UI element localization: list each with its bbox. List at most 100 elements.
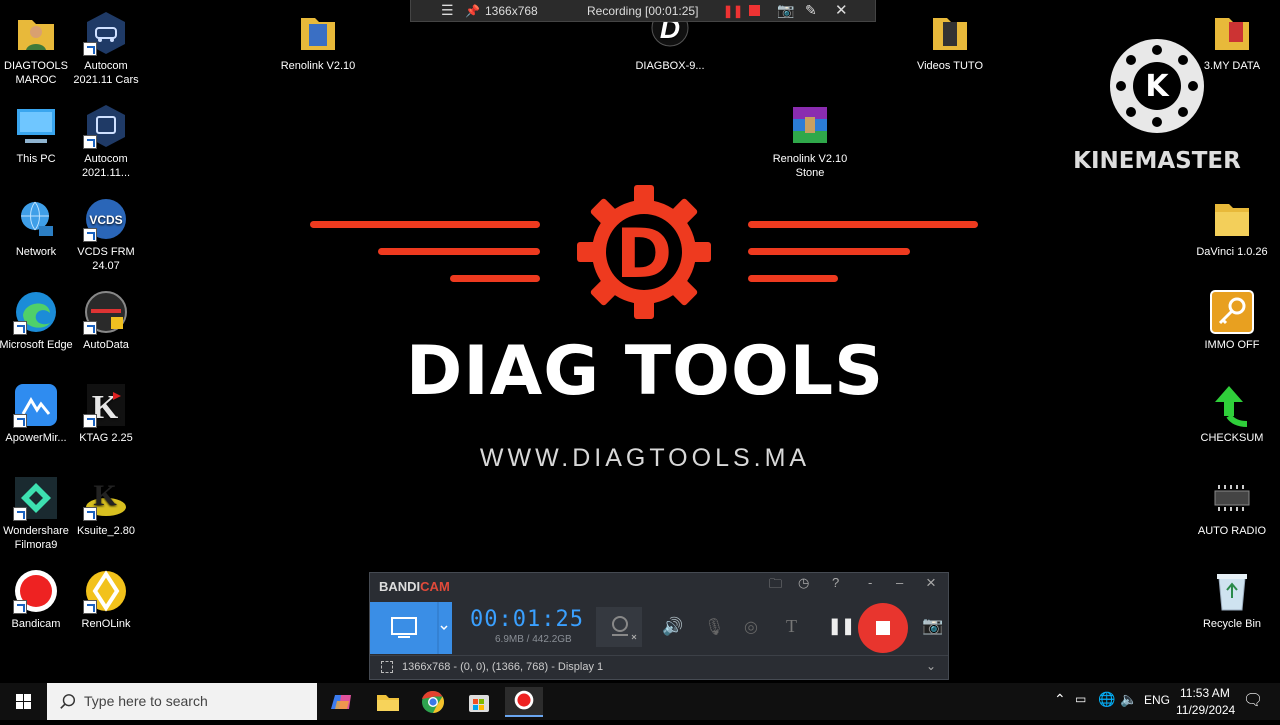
kinemaster-wordmark: KINEMASTER [1073,148,1241,174]
desktop-icon-filmora[interactable]: Wondershare Filmora9 [0,475,76,552]
desktop-icon-ksuite[interactable]: K Ksuite_2.80 [66,475,146,538]
clock-date[interactable]: 11/29/2024 [1176,703,1235,717]
folder-video-icon [927,10,973,56]
recording-toolbar: ☰ 📌 1366x768 Recording [00:01:25] ❚❚ 📷 ✎… [410,0,876,22]
wing-stripe [310,221,540,228]
desktop-icon-recycle-bin[interactable]: Recycle Bin [1192,568,1272,631]
desktop-icon-autodata[interactable]: AutoData [66,289,146,352]
taskbar-store[interactable] [460,687,498,717]
close-button[interactable]: × [926,573,936,593]
brand-url: WWW.DIAGTOOLS.MA [479,444,811,472]
network-globe-icon [13,196,59,242]
desktop-icon-immo-off[interactable]: IMMO OFF [1192,289,1272,352]
logo-letter: D [616,215,672,294]
text-overlay-icon[interactable]: T [786,616,797,637]
desktop-icon-label: Recycle Bin [1202,618,1262,630]
clock-icon[interactable]: ◷ [798,575,809,591]
desktop-icon-checksum[interactable]: CHECKSUM [1192,382,1272,445]
close-icon[interactable]: ✕ [835,1,848,19]
svg-text:VCDS: VCDS [89,213,122,227]
search-icon [60,694,76,709]
desktop-icon-autocom-cars[interactable]: Autocom 2021.11 Cars [66,10,146,87]
clock-time[interactable]: 11:53 AM [1180,686,1230,700]
shortcut-arrow-icon [13,414,27,428]
bandicam-window: BANDICAM 🗀 ◷ ? - – × 00:01:25 6.9MB / 44… [369,572,949,680]
desktop-icon-apowermirror[interactable]: ApowerMir... [0,382,76,445]
autocom-car-icon [83,10,129,56]
desktop-icon-label: Network [15,246,57,258]
collapse-button[interactable]: - [868,575,872,590]
stop-icon[interactable] [749,5,760,16]
battery-icon[interactable]: ▭ [1075,692,1086,706]
wing-stripe [748,248,910,255]
folder-icon[interactable]: 🗀 [769,575,782,597]
desktop-icon-diagtools-maroc[interactable]: DIAGTOOLS MAROC [0,10,76,87]
help-button[interactable]: ? [832,575,839,590]
camera-icon[interactable]: 📷 [777,2,794,19]
volume-icon[interactable]: 🔈 [1120,691,1137,708]
chevron-down-icon[interactable]: ⌄ [926,659,936,673]
folder-icon [1209,196,1255,242]
recording-timer: 00:01:25 [470,607,584,632]
cursor-effect-icon[interactable]: ◎ [744,617,758,637]
desktop-icon-label: DaVinci 1.0.26 [1196,246,1268,258]
network-icon[interactable]: 🌐 [1098,691,1115,708]
copilot-icon [331,695,351,709]
desktop-icon-renolink-stone[interactable]: Renolink V2.10 Stone [770,103,850,180]
pin-icon[interactable]: 📌 [465,4,480,18]
desktop-icon-label: Renolink V2.10 Stone [772,153,848,179]
screenshot-camera-icon[interactable]: 📷 [922,616,943,636]
desktop-icon-auto-radio[interactable]: AUTO RADIO [1192,475,1272,538]
taskbar-bandicam[interactable] [505,687,543,717]
desktop-icon-vcds[interactable]: VCDS VCDS FRM 24.07 [66,196,146,273]
desktop-icon-renolink[interactable]: RenOLink [66,568,146,631]
taskbar-copilot[interactable] [323,687,361,717]
kinemaster-logo: K [1109,38,1205,134]
desktop-icon-label: VCDS FRM 24.07 [77,246,135,272]
taskbar-chrome[interactable] [414,687,452,717]
shortcut-arrow-icon [83,42,97,56]
desktop-icon-renolink-v210[interactable]: Renolink V2.10 [278,10,358,73]
stop-record-button[interactable] [858,603,908,653]
kinemaster-logo-icon: K [1110,39,1204,133]
desktop-icon-label: Autocom 2021.11... [81,153,131,179]
desktop-icon-network[interactable]: Network [0,196,76,259]
bandicam-brand-bandi: BANDI [379,579,421,594]
menu-icon[interactable]: ☰ [441,2,454,19]
bandicam-brand-cam: CAM [420,579,450,594]
desktop-icon-label: AutoData [83,339,129,351]
capture-area-bar[interactable]: 1366x768 - (0, 0), (1366, 768) - Display… [370,655,948,680]
minimize-button[interactable]: – [896,575,903,590]
start-button[interactable] [0,683,47,720]
desktop-icon-microsoft-edge[interactable]: Microsoft Edge [0,289,76,352]
webcam-button[interactable] [596,607,642,647]
pencil-icon[interactable]: ✎ [805,2,817,19]
chevron-up-icon[interactable]: ⌃ [1054,691,1066,708]
taskbar-file-explorer[interactable] [369,687,407,717]
speaker-icon[interactable]: 🔊 [662,617,683,637]
desktop-icon-bandicam[interactable]: Bandicam [0,568,76,631]
gear-icon: D [577,185,711,319]
recording-resolution: 1366x768 [485,4,538,18]
windows-logo-icon [16,694,31,709]
language-indicator[interactable]: ENG [1144,693,1170,707]
wing-stripe [748,221,978,228]
desktop-icon-davinci[interactable]: DaVinci 1.0.26 [1192,196,1272,259]
desktop-icon-videos-tuto[interactable]: Videos TUTO [910,10,990,73]
screen-mode-button[interactable] [370,602,452,654]
winrar-archive-icon [787,103,833,149]
capture-area-text: 1366x768 - (0, 0), (1366, 768) - Display… [402,661,604,673]
desktop-icon-ktag[interactable]: K KTAG 2.25 [66,382,146,445]
pause-icon[interactable]: ❚❚ [723,4,743,18]
desktop-icon-label: AUTO RADIO [1197,525,1267,537]
shortcut-arrow-icon [13,507,27,521]
desktop-icon-this-pc[interactable]: This PC [0,103,76,166]
filmora-icon [13,475,59,521]
notifications-icon[interactable]: 🗨 [1243,690,1263,710]
desktop-icon-autocom[interactable]: Autocom 2021.11... [66,103,146,180]
search-box[interactable]: Type here to search [47,683,317,720]
brand-title: DIAG TOOLS [405,332,885,411]
microphone-icon[interactable]: 🎙 [704,617,724,637]
pause-button[interactable]: ❚❚ [828,616,855,636]
desktop-icon-label: Ksuite_2.80 [76,525,136,537]
